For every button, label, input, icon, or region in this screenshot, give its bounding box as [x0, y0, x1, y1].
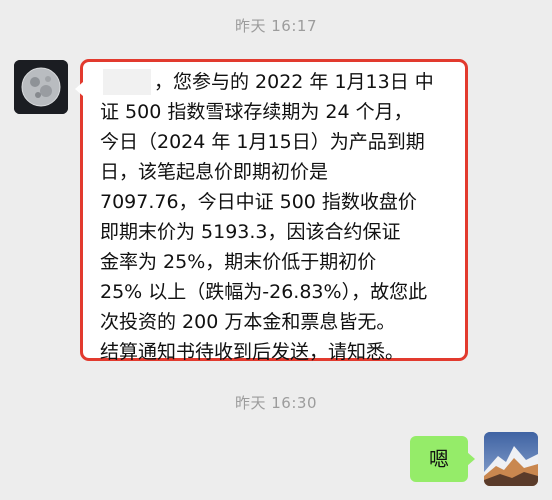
outgoing-message-text: 嗯 — [429, 447, 449, 471]
message-line: ，您参与的 2022 年 1月13日 中 — [154, 71, 434, 93]
incoming-message-text: ，您参与的 2022 年 1月13日 中 证 500 指数雪球存续期为 24 个… — [100, 67, 458, 367]
message-line: 日，该笔起息价即期初价是 — [100, 161, 329, 183]
message-line: 金率为 25%，期末价低于期初价 — [100, 251, 377, 273]
message-line: 结算通知书待收到后发送，请知悉。 — [100, 341, 405, 363]
message-line: 7097.76，今日中证 500 指数收盘价 — [100, 191, 417, 213]
mountain-avatar-icon — [484, 432, 538, 486]
moon-avatar-icon — [14, 60, 68, 114]
message-line: 即期末价为 5193.3，因该合约保证 — [100, 221, 401, 243]
message-line: 次投资的 200 万本金和票息皆无。 — [100, 311, 396, 333]
outgoing-message-bubble[interactable]: 嗯 — [410, 436, 475, 482]
user-avatar[interactable] — [484, 432, 538, 486]
message-timestamp: 昨天 16:30 — [235, 394, 317, 412]
contact-avatar[interactable] — [14, 60, 68, 114]
message-line: 证 500 指数雪球存续期为 24 个月， — [100, 101, 413, 123]
message-timestamp: 昨天 16:17 — [235, 17, 317, 35]
message-line: 25% 以上（跌幅为-26.83%），故您此 — [100, 281, 428, 303]
message-line: 今日（2024 年 1月15日）为产品到期 — [100, 131, 425, 153]
